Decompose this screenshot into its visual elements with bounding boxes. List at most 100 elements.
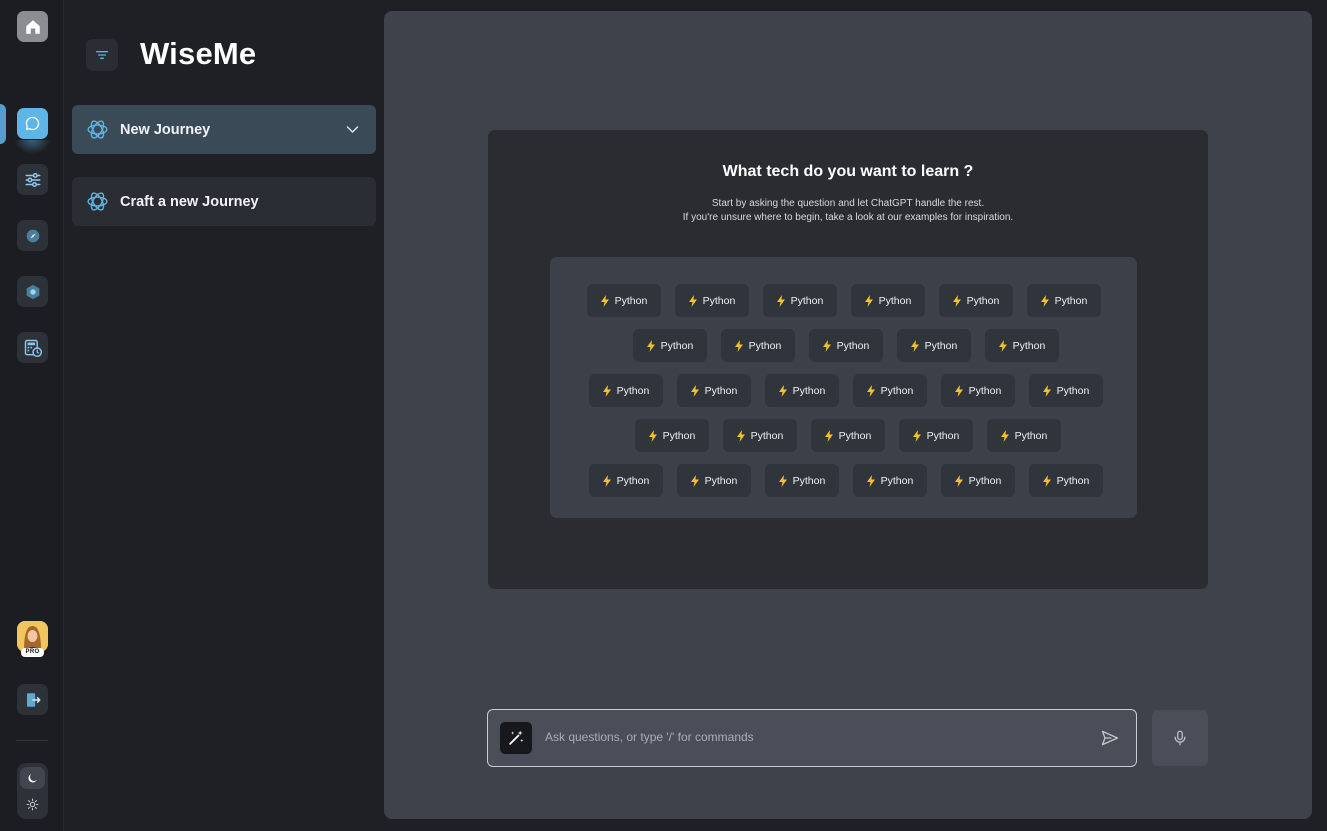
magic-wand-icon bbox=[509, 730, 524, 745]
dark-mode-option[interactable] bbox=[20, 767, 45, 789]
explore-nav-button[interactable] bbox=[17, 220, 48, 251]
hexagon-icon bbox=[26, 284, 39, 299]
lightning-bolt-icon bbox=[648, 429, 658, 442]
rail-divider bbox=[16, 740, 48, 741]
example-chip[interactable]: Python bbox=[938, 284, 1013, 317]
send-icon[interactable] bbox=[1100, 728, 1120, 748]
example-chip[interactable]: Python bbox=[1028, 374, 1103, 407]
filter-menu-button[interactable] bbox=[86, 39, 118, 71]
lightning-bolt-icon bbox=[776, 294, 786, 307]
compass-icon bbox=[26, 229, 39, 242]
lightning-bolt-icon bbox=[912, 429, 922, 442]
journey-dropdown[interactable]: New Journey bbox=[72, 105, 376, 154]
microphone-icon bbox=[1174, 730, 1186, 746]
example-chip-label: Python bbox=[790, 294, 824, 307]
light-mode-option[interactable] bbox=[20, 793, 45, 815]
example-chip-label: Python bbox=[1056, 384, 1090, 397]
example-chip-label: Python bbox=[924, 339, 958, 352]
example-chip-label: Python bbox=[1012, 339, 1046, 352]
lightning-bolt-icon bbox=[824, 429, 834, 442]
lightning-bolt-icon bbox=[1040, 294, 1050, 307]
lightning-bolt-icon bbox=[822, 339, 832, 352]
craft-journey-button[interactable]: Craft a new Journey bbox=[72, 177, 376, 226]
settings-nav-button[interactable] bbox=[17, 164, 48, 195]
icon-rail: PRO bbox=[0, 0, 64, 831]
example-chip[interactable]: Python bbox=[896, 329, 971, 362]
example-chip[interactable]: Python bbox=[852, 374, 927, 407]
lightning-bolt-icon bbox=[866, 474, 876, 487]
chevron-down-icon bbox=[346, 126, 359, 133]
lightning-bolt-icon bbox=[1042, 474, 1052, 487]
lightning-bolt-icon bbox=[998, 339, 1008, 352]
example-chip[interactable]: Python bbox=[764, 464, 839, 497]
example-chip[interactable]: Python bbox=[586, 284, 661, 317]
example-chip[interactable]: Python bbox=[632, 329, 707, 362]
logout-button[interactable] bbox=[17, 684, 48, 715]
schedule-nav-button[interactable] bbox=[17, 332, 48, 363]
example-chip[interactable]: Python bbox=[722, 419, 797, 452]
example-chip[interactable]: Python bbox=[808, 329, 883, 362]
example-chip-label: Python bbox=[1014, 429, 1048, 442]
example-chip[interactable]: Python bbox=[986, 419, 1061, 452]
lightning-bolt-icon bbox=[602, 384, 612, 397]
example-chip[interactable]: Python bbox=[762, 284, 837, 317]
lightning-bolt-icon bbox=[736, 429, 746, 442]
example-chip-label: Python bbox=[968, 474, 1002, 487]
example-chip-label: Python bbox=[792, 474, 826, 487]
example-chip[interactable]: Python bbox=[720, 329, 795, 362]
lightning-bolt-icon bbox=[1000, 429, 1010, 442]
example-chip-label: Python bbox=[660, 339, 694, 352]
example-chip[interactable]: Python bbox=[810, 419, 885, 452]
lightning-bolt-icon bbox=[864, 294, 874, 307]
example-chip-label: Python bbox=[704, 384, 738, 397]
example-chip-label: Python bbox=[614, 294, 648, 307]
lightning-bolt-icon bbox=[910, 339, 920, 352]
example-chip-label: Python bbox=[968, 384, 1002, 397]
example-chip-label: Python bbox=[704, 474, 738, 487]
lightning-bolt-icon bbox=[602, 474, 612, 487]
example-chip-label: Python bbox=[878, 294, 912, 307]
journey-dropdown-label: New Journey bbox=[120, 121, 211, 138]
chip-row: Python Python Python Python Python Python bbox=[550, 284, 1137, 317]
example-chip[interactable]: Python bbox=[940, 374, 1015, 407]
example-chip[interactable]: Python bbox=[676, 374, 751, 407]
main-panel: What tech do you want to learn ? Start b… bbox=[384, 11, 1312, 819]
chat-nav-button[interactable] bbox=[17, 108, 48, 139]
example-chip[interactable]: Python bbox=[984, 329, 1059, 362]
example-chip-label: Python bbox=[702, 294, 736, 307]
example-chip[interactable]: Python bbox=[674, 284, 749, 317]
example-chip[interactable]: Python bbox=[850, 284, 925, 317]
welcome-card: What tech do you want to learn ? Start b… bbox=[488, 130, 1208, 589]
openai-logo-icon bbox=[87, 120, 108, 139]
lightning-bolt-icon bbox=[778, 384, 788, 397]
example-chip[interactable]: Python bbox=[676, 464, 751, 497]
user-avatar[interactable]: PRO bbox=[17, 621, 48, 657]
example-chip-label: Python bbox=[1054, 294, 1088, 307]
chat-input[interactable] bbox=[545, 730, 1065, 744]
example-chip[interactable]: Python bbox=[1028, 464, 1103, 497]
example-chip-label: Python bbox=[880, 474, 914, 487]
magic-wand-button[interactable] bbox=[500, 722, 532, 754]
example-chip[interactable]: Python bbox=[898, 419, 973, 452]
theme-toggle[interactable] bbox=[17, 763, 48, 819]
lightning-bolt-icon bbox=[954, 384, 964, 397]
moon-icon bbox=[28, 773, 37, 782]
example-chip-label: Python bbox=[880, 384, 914, 397]
example-chip[interactable]: Python bbox=[634, 419, 709, 452]
lightning-bolt-icon bbox=[734, 339, 744, 352]
example-chip[interactable]: Python bbox=[940, 464, 1015, 497]
composer bbox=[487, 709, 1137, 767]
lightning-bolt-icon bbox=[600, 294, 610, 307]
example-chip[interactable]: Python bbox=[1026, 284, 1101, 317]
example-chip[interactable]: Python bbox=[764, 374, 839, 407]
lightning-bolt-icon bbox=[778, 474, 788, 487]
example-chip[interactable]: Python bbox=[588, 374, 663, 407]
example-chip-label: Python bbox=[1056, 474, 1090, 487]
integrations-nav-button[interactable] bbox=[17, 276, 48, 307]
logout-icon bbox=[26, 692, 40, 707]
example-chip[interactable]: Python bbox=[588, 464, 663, 497]
microphone-button[interactable] bbox=[1152, 710, 1208, 766]
example-chip-label: Python bbox=[616, 384, 650, 397]
example-chip[interactable]: Python bbox=[852, 464, 927, 497]
home-button[interactable] bbox=[17, 11, 48, 42]
